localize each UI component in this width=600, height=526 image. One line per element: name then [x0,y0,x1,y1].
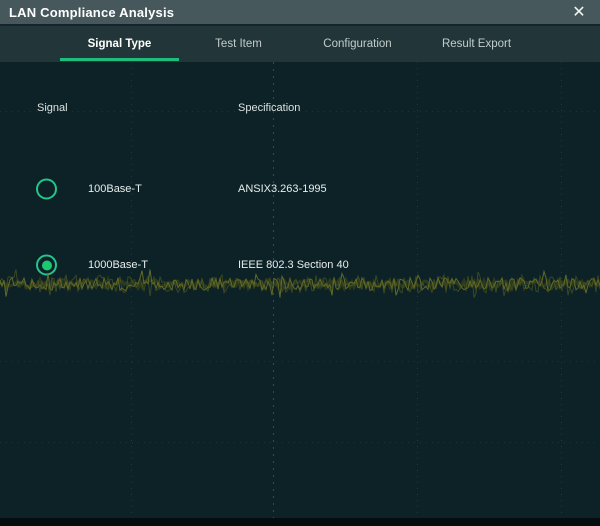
graticule-vline [561,62,562,518]
tab-configuration[interactable]: Configuration [298,26,417,62]
graticule-hline [0,361,600,362]
tab-label: Test Item [215,38,262,50]
column-header-signal: Signal [37,102,68,114]
lan-compliance-dialog: LAN Compliance Analysis ✕ Signal Type Te… [0,0,600,526]
radio-selected-icon[interactable] [36,255,57,276]
tab-label: Configuration [323,38,391,50]
tab-test-item[interactable]: Test Item [179,26,298,62]
signal-name: 1000Base-T [88,259,148,271]
column-header-specification: Specification [238,102,300,114]
signal-row-100base-t[interactable]: 100Base-T ANSIX3.263-1995 [0,176,600,202]
close-icon[interactable]: ✕ [566,0,592,24]
dialog-titlebar: LAN Compliance Analysis ✕ [0,0,600,26]
tab-signal-type[interactable]: Signal Type [60,26,179,62]
radio-unselected-icon[interactable] [36,179,57,200]
signal-specification: ANSIX3.263-1995 [238,183,327,195]
graticule-center-vline [273,62,274,518]
graticule-hline [0,442,600,443]
signal-specification: IEEE 802.3 Section 40 [238,259,349,271]
dialog-title: LAN Compliance Analysis [0,5,174,20]
signal-row-1000base-t[interactable]: 1000Base-T IEEE 802.3 Section 40 [0,252,600,278]
dialog-body: Signal Specification 100Base-T ANSIX3.26… [0,62,600,518]
bottom-bar [0,518,600,526]
tab-label: Result Export [442,38,511,50]
signal-name: 100Base-T [88,183,142,195]
tab-result-export[interactable]: Result Export [417,26,536,62]
tab-label: Signal Type [88,38,152,50]
graticule-vline [417,62,418,518]
graticule-vline [131,62,132,518]
tab-bar: Signal Type Test Item Configuration Resu… [0,26,600,62]
